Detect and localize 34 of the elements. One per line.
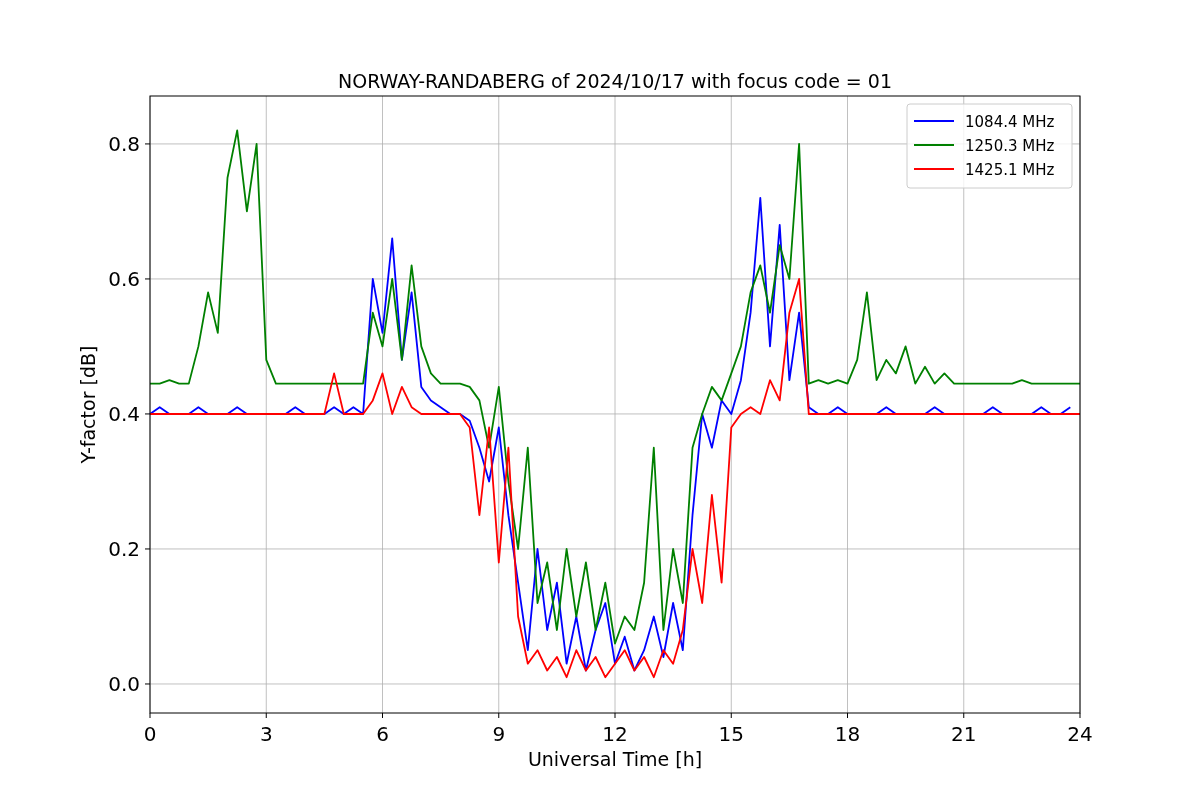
tick-mark [730,712,732,719]
tick-mark [144,548,151,550]
x-tick-label: 0 [143,722,157,746]
tick-mark [614,712,616,719]
y-tick-label: 0.2 [108,536,140,561]
x-tick-label: 18 [834,722,861,746]
tick-mark [144,683,151,685]
tick-mark [1079,712,1081,719]
tick-mark [498,712,500,719]
tick-mark [144,413,151,415]
chart-title: NORWAY-RANDABERG of 2024/10/17 with focus code = 01 [338,70,892,92]
x-tick-label: 9 [492,722,506,746]
x-tick-label: 6 [376,722,389,746]
x-tick-label: 21 [951,722,977,746]
y-tick-label: 0.0 [108,671,140,696]
x-tick-label: 15 [718,722,744,746]
x-tick-label: 12 [602,722,628,746]
tick-mark [144,143,151,145]
legend-label: 1425.1 MHz [965,161,1055,179]
x-tick-label: 3 [259,722,273,746]
tick-mark [847,712,848,719]
legend-label: 1250.3 MHz [965,137,1055,155]
tick-mark [149,712,151,719]
legend-label: 1084.4 MHz [965,113,1055,131]
y-tick-label: 0.6 [108,266,140,291]
x-tick-label: 24 [1067,722,1093,746]
y-tick-label: 0.8 [108,131,140,156]
tick-mark [963,712,965,719]
y-tick-label: 0.4 [108,401,140,426]
tick-mark [265,712,267,719]
tick-mark [144,278,151,280]
tick-mark [382,712,383,719]
x-axis-label: Universal Time [h] [527,748,703,770]
y-axis-label: Y-factor [dB] [77,345,99,464]
